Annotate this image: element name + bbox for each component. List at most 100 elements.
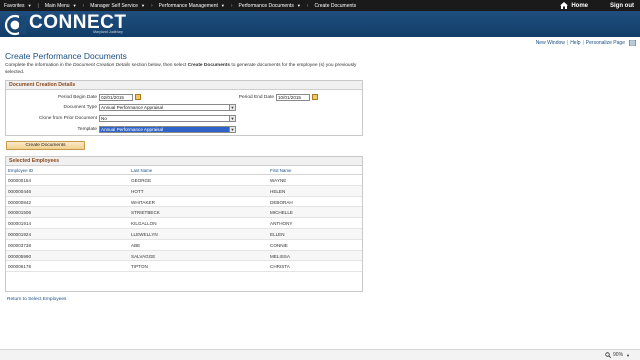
return-to-select-employees-link[interactable]: Return to Select Employees (7, 297, 66, 302)
first-name-cell: CONNIE (270, 242, 288, 248)
home-icon (560, 2, 569, 9)
period-begin-row: Period Begin Date 02/01/2015 (6, 93, 146, 101)
help-link[interactable]: Help (570, 40, 580, 46)
first-name-cell: ANTHONY (270, 221, 293, 227)
nav-main-menu[interactable]: Main Menu ▼ (41, 0, 81, 11)
page-title: Create Performance Documents (5, 51, 127, 61)
document-type-label: Document Type (63, 104, 97, 110)
table-body: 000000154 GEORGE WAYNE 000000446 HOTT HELEN 00… (6, 175, 362, 273)
clone-value: No (101, 115, 107, 121)
table-row: 000000842 WHITAKER DEBORAH (6, 197, 362, 208)
home-label: Home (571, 2, 588, 9)
chevron-down-icon[interactable]: ▼ (229, 115, 235, 121)
first-name-cell: DEBORAH (270, 199, 293, 205)
calendar-icon[interactable] (312, 94, 318, 100)
document-type-row: Document Type Annual Performance Apprais… (6, 103, 246, 111)
clone-label: Clone from Prior Document (38, 115, 97, 121)
employee-id-cell: 000003738 (8, 242, 31, 248)
first-name-cell: HELEN (270, 188, 286, 194)
period-begin-input[interactable]: 02/01/2015 (99, 93, 133, 101)
nav-right-actions: Home Sign out (554, 0, 640, 11)
clone-row: Clone from Prior Document No ▼ (6, 114, 246, 122)
browser-status-bar: 90% ▼ (0, 349, 640, 360)
last-name-cell: HOTT (131, 188, 144, 194)
nav-create-documents[interactable]: Create Documents (310, 0, 360, 11)
clone-select[interactable]: No ▼ (99, 114, 236, 122)
template-value: Annual Performance Appraisal (101, 126, 164, 132)
selected-employees-grid: Selected Employees Employee ID Last Name… (5, 156, 363, 292)
nav-manager-self-service-label: Manager Self Service (90, 2, 139, 9)
document-type-value: Annual Performance Appraisal (101, 104, 164, 110)
table-row: 000001914 KILGALLON ANTHONY (6, 218, 362, 229)
magnifier-icon (605, 352, 612, 358)
employee-id-cell: 000001914 (8, 221, 31, 227)
column-header-last-name[interactable]: Last Name (131, 168, 152, 173)
chevron-down-icon: ▼ (141, 3, 145, 8)
employee-id-cell: 000001506 (8, 210, 31, 216)
nav-favorites-label: Favorites (4, 2, 25, 9)
last-name-cell: SALVAGGE (131, 253, 156, 259)
employee-id-cell: 000000154 (8, 178, 31, 183)
signout-link[interactable]: Sign out (594, 3, 640, 9)
home-button[interactable]: Home (554, 2, 594, 9)
nav-create-documents-label: Create Documents (314, 2, 357, 9)
chevron-down-icon[interactable]: ▼ (229, 104, 235, 110)
chevron-down-icon[interactable]: ▼ (229, 126, 235, 132)
last-name-cell: GEORGE (131, 178, 152, 183)
column-header-first-name[interactable]: First Name (270, 168, 291, 173)
last-name-cell: ABE (131, 242, 141, 248)
nav-performance-documents-label: Performance Documents (238, 2, 294, 9)
calendar-icon[interactable] (135, 94, 141, 100)
top-nav-bar: Favorites ▼ | Main Menu ▼ › Manager Self… (0, 0, 640, 11)
last-name-cell: STRIETBECK (131, 210, 160, 216)
table-row: 000005990 SALVAGGE MELISSA (6, 250, 362, 262)
utility-links: New Window | Help | Personalize Page (536, 39, 636, 47)
instructions-part: Complete the information in the (5, 63, 73, 68)
connect-logo-icon (4, 14, 26, 36)
document-details-heading: Document Creation Details (6, 81, 362, 90)
personalize-page-link[interactable]: Personalize Page (586, 40, 625, 46)
chevron-down-icon: ▼ (626, 352, 630, 358)
new-window-link[interactable]: New Window (536, 40, 565, 46)
zoom-level: 90% (613, 352, 624, 358)
template-row: Template Annual Performance Appraisal ▼ (6, 125, 246, 133)
first-name-cell: MELISSA (270, 253, 290, 259)
table-header-row: Employee ID Last Name First Name (6, 166, 362, 175)
table-row: 000000446 HOTT HELEN (6, 185, 362, 197)
nav-favorites[interactable]: Favorites ▼ (0, 0, 36, 11)
brand-subtitle: Maryland Judiciary (93, 30, 123, 34)
table-row: 000003738 ABE CONNIE (6, 240, 362, 251)
table-row: 000000154 GEORGE WAYNE (6, 175, 362, 186)
column-header-employee-id[interactable]: Employee ID (8, 168, 33, 173)
period-end-input[interactable]: 10/01/2015 (276, 93, 310, 101)
first-name-cell: ELLEN (270, 231, 285, 237)
brand-header: CONNECT Maryland Judiciary (0, 11, 640, 37)
chevron-down-icon: ▼ (72, 3, 77, 8)
employee-id-cell: 000001924 (8, 231, 31, 237)
document-type-select[interactable]: Annual Performance Appraisal ▼ (99, 103, 236, 111)
employee-id-cell: 000000446 (8, 188, 31, 194)
chevron-down-icon: ▼ (27, 3, 32, 8)
first-name-cell: CHRISTA (270, 264, 290, 270)
nav-performance-documents[interactable]: Performance Documents ▼ (235, 0, 305, 11)
first-name-cell: WAYNE (270, 178, 287, 183)
chevron-down-icon: ▼ (296, 3, 301, 8)
period-end-row: Period End Date 10/01/2015 (196, 93, 356, 101)
create-documents-button[interactable]: Create Documents (6, 141, 85, 150)
template-select[interactable]: Annual Performance Appraisal ▼ (99, 125, 236, 133)
table-row: 000001506 STRIETBECK MICHELLE (6, 207, 362, 219)
grid-icon[interactable] (629, 40, 636, 46)
table-row: 000001924 LLEWELLYN ELLEN (6, 228, 362, 240)
document-details-panel: Document Creation Details Period Begin D… (5, 80, 363, 136)
instructions-text: Complete the information in the Document… (5, 63, 357, 76)
nav-manager-self-service[interactable]: Manager Self Service ▼ (86, 0, 149, 11)
employee-id-cell: 000005990 (8, 253, 31, 259)
last-name-cell: WHITAKER (131, 199, 155, 205)
selected-employees-heading: Selected Employees (6, 157, 362, 166)
last-name-cell: TIPTON (131, 264, 148, 270)
instructions-italic: Document Creation Details (73, 63, 131, 68)
last-name-cell: KILGALLON (131, 221, 157, 227)
zoom-control[interactable]: 90% ▼ (605, 352, 630, 358)
nav-performance-management[interactable]: Performance Management ▼ (155, 0, 229, 11)
instructions-part: section below, then select (130, 63, 188, 68)
